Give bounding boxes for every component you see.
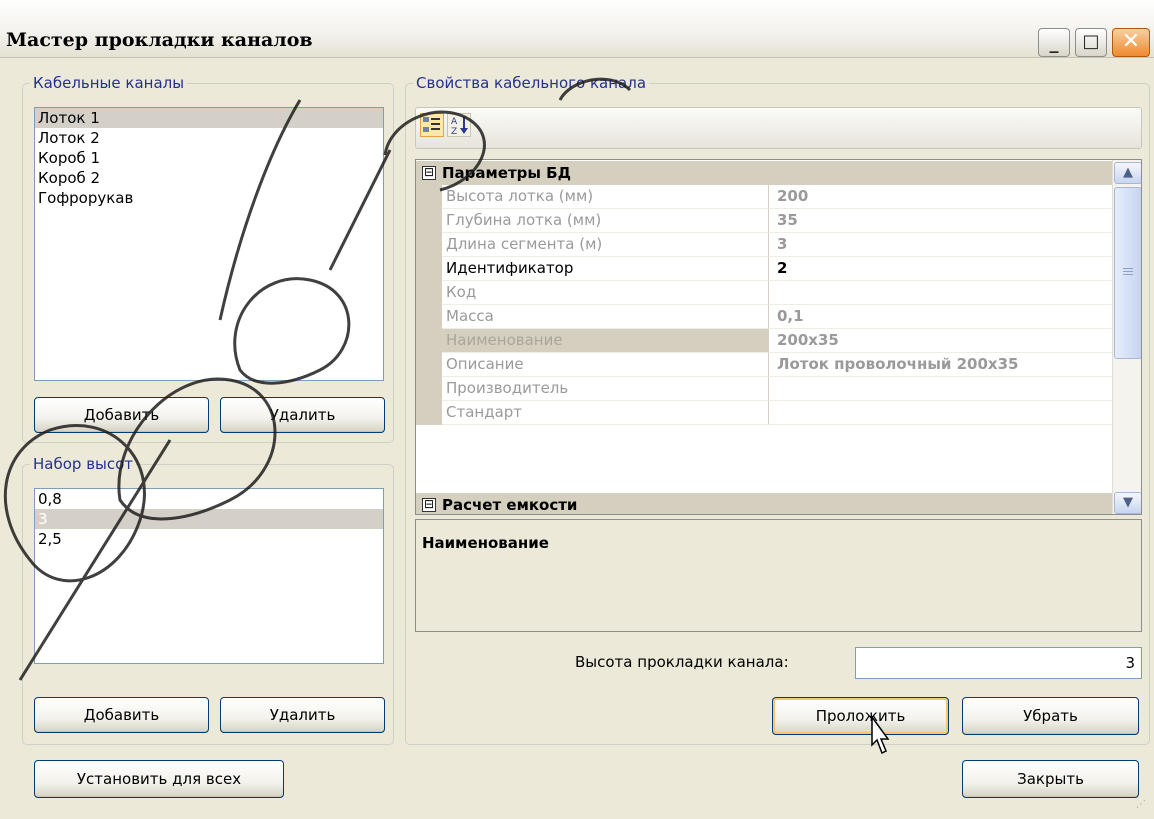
- description-title: Наименование: [422, 534, 549, 552]
- property-value[interactable]: 0,1: [769, 305, 1113, 329]
- row-gutter: [416, 377, 442, 401]
- property-value[interactable]: [769, 281, 1113, 305]
- collapse-icon[interactable]: ⊟: [422, 498, 436, 512]
- channels-list[interactable]: Лоток 1 Лоток 2 Короб 1 Короб 2 Гофрорукав: [34, 107, 384, 381]
- svg-text:Z: Z: [451, 127, 457, 136]
- maximize-icon: □: [1082, 31, 1100, 52]
- property-name: Длина сегмента (м): [442, 233, 769, 257]
- close-window-button[interactable]: ✕: [1112, 28, 1150, 57]
- sort-az-icon[interactable]: AZ: [447, 113, 471, 137]
- property-row[interactable]: Производитель: [416, 377, 1113, 401]
- property-name: Идентификатор: [442, 257, 769, 281]
- property-value[interactable]: [769, 377, 1113, 401]
- property-name: Высота лотка (мм): [442, 185, 769, 209]
- row-gutter: [416, 185, 442, 209]
- property-row[interactable]: Высота лотка (мм) 200: [416, 185, 1113, 209]
- category-db-params[interactable]: ⊟ Параметры БД: [416, 161, 1113, 185]
- height-list-item[interactable]: 0,8: [35, 489, 383, 509]
- property-value[interactable]: 2: [769, 257, 1113, 281]
- property-value[interactable]: 35: [769, 209, 1113, 233]
- channel-list-item[interactable]: Короб 1: [35, 148, 383, 168]
- height-list-item[interactable]: 2,5: [35, 529, 383, 549]
- property-value[interactable]: 200x35: [769, 329, 1113, 353]
- property-value[interactable]: 3: [769, 233, 1113, 257]
- close-button[interactable]: Закрыть: [962, 760, 1139, 798]
- property-name: Глубина лотка (мм): [442, 209, 769, 233]
- scroll-down-button[interactable]: ▼: [1114, 492, 1141, 514]
- minimize-button[interactable]: _: [1038, 28, 1070, 57]
- categorized-icon[interactable]: [420, 113, 444, 137]
- property-name: Описание: [442, 353, 769, 377]
- property-grid[interactable]: ⊟ Параметры БД Высота лотка (мм) 200 Глуби…: [415, 159, 1142, 515]
- channel-list-item[interactable]: Лоток 1: [35, 108, 383, 128]
- row-gutter: [416, 305, 442, 329]
- property-value[interactable]: [769, 401, 1113, 425]
- maximize-button[interactable]: □: [1075, 28, 1107, 57]
- row-gutter: [416, 401, 442, 425]
- category-label: Параметры БД: [442, 164, 571, 182]
- window-title: Мастер прокладки каналов: [6, 29, 313, 51]
- remove-height-button[interactable]: Удалить: [220, 697, 385, 733]
- remove-laying-button[interactable]: Убрать: [962, 697, 1139, 735]
- property-row[interactable]: Длина сегмента (м) 3: [416, 233, 1113, 257]
- laying-height-label: Высота прокладки канала:: [575, 653, 789, 671]
- collapse-icon[interactable]: ⊟: [422, 166, 436, 180]
- svg-text:A: A: [451, 117, 458, 127]
- row-gutter: [416, 281, 442, 305]
- row-gutter: [416, 257, 442, 281]
- category-capacity[interactable]: ⊟ Расчет емкости: [416, 493, 1113, 514]
- mouse-cursor-icon: [871, 715, 890, 755]
- property-row[interactable]: Описание Лоток проволочный 200x35: [416, 353, 1113, 377]
- properties-legend: Свойства кабельного канала: [413, 74, 650, 92]
- add-height-button[interactable]: Добавить: [34, 697, 209, 733]
- description-pane: Наименование: [415, 519, 1142, 632]
- title-bar[interactable]: Мастер прокладки каналов _ □ ✕: [0, 0, 1154, 58]
- channel-list-item[interactable]: Короб 2: [35, 168, 383, 188]
- scroll-up-button[interactable]: ▲: [1114, 162, 1141, 184]
- resize-grip-icon[interactable]: ⋰: [1136, 800, 1150, 815]
- property-name: Код: [442, 281, 769, 305]
- property-row[interactable]: Стандарт: [416, 401, 1113, 425]
- channel-list-item[interactable]: Гофрорукав: [35, 188, 383, 208]
- channel-list-item[interactable]: Лоток 2: [35, 128, 383, 148]
- property-row[interactable]: Идентификатор 2: [416, 257, 1113, 281]
- row-gutter: [416, 233, 442, 257]
- property-value[interactable]: 200: [769, 185, 1113, 209]
- property-row[interactable]: Масса 0,1: [416, 305, 1113, 329]
- property-scrollbar[interactable]: ▲ ▼: [1112, 160, 1141, 514]
- lay-button[interactable]: Проложить: [772, 697, 949, 735]
- property-name: Масса: [442, 305, 769, 329]
- heights-list[interactable]: 0,8 3 2,5: [34, 488, 384, 664]
- row-gutter: [416, 209, 442, 233]
- row-gutter: [416, 353, 442, 377]
- property-name: Производитель: [442, 377, 769, 401]
- category-label: Расчет емкости: [442, 496, 578, 514]
- property-row[interactable]: Код: [416, 281, 1113, 305]
- row-gutter: [416, 329, 442, 353]
- heights-legend: Набор высот: [30, 455, 137, 473]
- property-name: Стандарт: [442, 401, 769, 425]
- laying-height-input[interactable]: 3: [855, 647, 1142, 679]
- property-row[interactable]: Наименование 200x35: [416, 329, 1113, 353]
- property-name: Наименование: [442, 329, 769, 353]
- property-value[interactable]: Лоток проволочный 200x35: [769, 353, 1113, 377]
- set-for-all-button[interactable]: Установить для всех: [34, 760, 284, 798]
- add-channel-button[interactable]: Добавить: [34, 397, 209, 433]
- minimize-icon: _: [1049, 33, 1059, 54]
- property-toolbar: AZ: [415, 107, 1142, 149]
- property-row[interactable]: Глубина лотка (мм) 35: [416, 209, 1113, 233]
- channels-legend: Кабельные каналы: [30, 74, 188, 92]
- height-list-item[interactable]: 3: [35, 509, 383, 529]
- scroll-thumb[interactable]: [1114, 187, 1141, 359]
- close-icon: ✕: [1121, 29, 1141, 54]
- remove-channel-button[interactable]: Удалить: [220, 397, 385, 433]
